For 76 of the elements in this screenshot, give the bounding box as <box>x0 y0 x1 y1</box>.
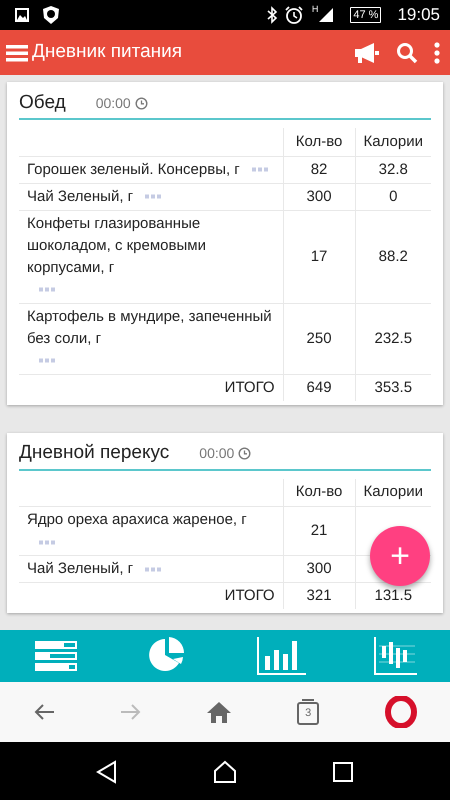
bar-chart-tab[interactable] <box>256 636 306 676</box>
more-button[interactable] <box>434 42 440 64</box>
more-dots-icon[interactable] <box>39 287 55 292</box>
clock-icon <box>134 96 148 110</box>
nav-recents-button[interactable] <box>331 760 355 784</box>
more-dots-icon[interactable] <box>145 566 162 572</box>
square-icon <box>331 760 355 784</box>
nav-back-button[interactable] <box>95 760 119 784</box>
quantity-cell: 300 <box>283 183 356 210</box>
total-label: ИТОГО <box>19 374 284 400</box>
menu-icon <box>6 42 28 62</box>
home-button[interactable] <box>206 701 231 723</box>
tabs-button[interactable]: 3 <box>296 698 320 726</box>
search-icon <box>396 42 418 64</box>
column-header: Калории <box>355 128 431 156</box>
menu-button[interactable] <box>6 42 28 62</box>
bluetooth-icon <box>266 6 278 24</box>
more-dots-icon[interactable] <box>252 167 268 172</box>
total-quantity: 321 <box>283 582 356 609</box>
alarm-icon <box>284 5 304 25</box>
ring-logo-icon <box>385 696 418 728</box>
image-icon <box>14 7 30 23</box>
candle-chart-tab[interactable] <box>372 636 416 676</box>
quantity-cell: 21 <box>283 506 356 556</box>
candlestick-chart-icon <box>372 636 416 676</box>
arrow-right-icon <box>120 703 142 721</box>
total-label: ИТОГО <box>19 582 284 609</box>
shield-icon <box>42 5 60 25</box>
more-dots-icon[interactable] <box>39 540 55 545</box>
megaphone-icon <box>354 42 380 64</box>
battery-indicator: 47 % <box>350 7 382 23</box>
tabs-icon <box>296 698 320 726</box>
list-view-tab[interactable] <box>34 640 78 672</box>
back-button[interactable] <box>32 703 55 721</box>
browser-menu-button[interactable] <box>385 696 418 728</box>
clock-icon <box>238 447 252 460</box>
quantity-cell: 82 <box>283 156 356 183</box>
quantity-cell: 17 <box>283 210 356 303</box>
home-outline-icon <box>213 760 237 784</box>
meal-title: Дневной перекус <box>19 441 170 466</box>
bars-list-icon <box>34 640 78 672</box>
total-quantity: 649 <box>283 374 356 400</box>
more-dots-icon[interactable] <box>39 358 55 364</box>
food-name[interactable]: Чай Зеленый, г <box>27 186 134 208</box>
food-name[interactable]: Горошек зеленый. Консервы, г <box>27 158 240 180</box>
home-icon <box>206 701 231 723</box>
announce-button[interactable] <box>354 42 380 64</box>
more-dots-icon[interactable] <box>145 194 162 200</box>
total-calories: 353.5 <box>355 374 431 400</box>
search-button[interactable] <box>396 42 418 64</box>
column-header: Кол-во <box>283 478 356 506</box>
more-icon <box>434 42 440 64</box>
tab-count: 3 <box>305 707 312 720</box>
app-title: Дневник питания <box>32 40 184 64</box>
signal-icon <box>318 7 334 23</box>
column-header: Кол-во <box>283 128 356 156</box>
quantity-cell: 250 <box>283 303 356 374</box>
meal-time: 00:00 <box>96 94 131 112</box>
arrow-left-icon <box>32 703 55 721</box>
status-time: 19:05 <box>397 4 440 26</box>
meal-title: Обед <box>19 90 66 115</box>
network-type-label: H <box>312 3 318 16</box>
back-triangle-icon <box>95 760 119 784</box>
quantity-cell: 300 <box>283 556 356 582</box>
food-name[interactable]: Картофель в мундире, запеченный без соли, г <box>27 306 275 350</box>
food-name[interactable]: Чай Зеленый, г <box>27 558 134 580</box>
food-name[interactable]: Ядро ореха арахиса жареное, г <box>27 509 247 531</box>
bar-chart-icon <box>256 636 306 676</box>
calories-cell: 88.2 <box>355 210 431 303</box>
calories-cell: 0 <box>355 183 431 210</box>
nav-home-button[interactable] <box>213 760 237 784</box>
calories-cell: 232.5 <box>355 303 431 374</box>
food-name[interactable]: Конфеты глазированные шоколадом, с кремовыми корпусами, г <box>27 212 275 278</box>
calories-cell: 32.8 <box>355 156 431 183</box>
column-header: Калории <box>355 478 431 506</box>
meal-time: 00:00 <box>199 444 234 463</box>
